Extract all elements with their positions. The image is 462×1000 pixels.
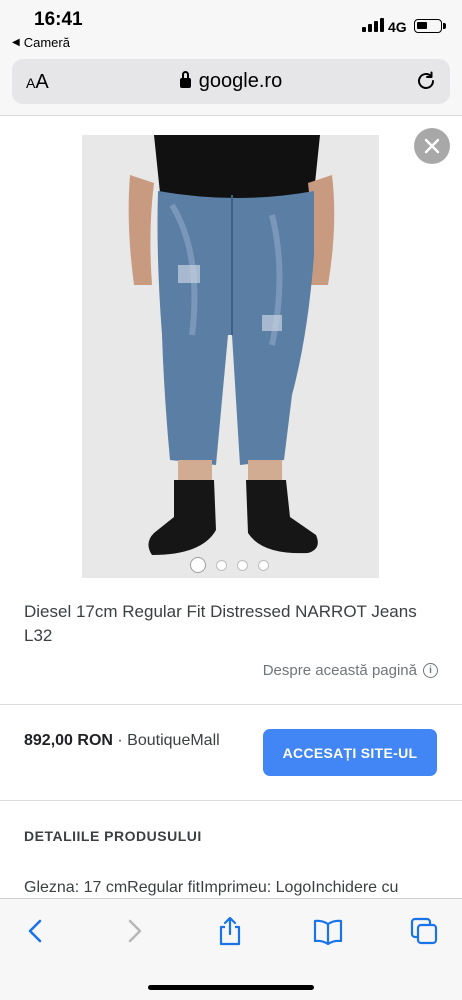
product-title: Diesel 17cm Regular Fit Distressed NARRO… — [24, 602, 417, 645]
bookmarks-icon[interactable] — [312, 915, 344, 947]
address-bar[interactable]: AA google.ro — [12, 59, 450, 104]
back-app-label: Cameră — [23, 35, 70, 50]
details-heading: DETALIILE PRODUSULUI — [24, 828, 202, 844]
back-triangle-icon: ◀ — [12, 37, 20, 48]
domain-text: google.ro — [198, 70, 283, 92]
reload-icon[interactable] — [414, 69, 438, 93]
about-this-page-link[interactable]: Despre această pagină i — [263, 662, 438, 679]
carousel-dots — [190, 557, 269, 573]
share-icon[interactable] — [214, 915, 246, 947]
about-label: Despre această pagină — [262, 662, 417, 679]
seller-name: BoutiqueMall — [127, 732, 220, 749]
product-image[interactable] — [82, 135, 379, 578]
carousel-dot[interactable] — [258, 559, 269, 571]
status-bar: 16:41 ◀ Cameră 4G — [0, 0, 462, 56]
close-button[interactable] — [414, 128, 450, 164]
close-icon — [424, 138, 440, 154]
separator: · — [117, 732, 123, 749]
divider — [0, 800, 462, 801]
price: 892,00 RON — [24, 732, 113, 749]
back-to-app-link[interactable]: ◀ Cameră — [12, 35, 70, 50]
clock: 16:41 — [34, 9, 83, 30]
carousel-dot[interactable] — [216, 559, 227, 571]
carousel-dot[interactable] — [190, 557, 206, 573]
back-icon[interactable] — [20, 915, 52, 947]
tabs-icon[interactable] — [408, 915, 440, 947]
home-indicator[interactable] — [148, 985, 314, 990]
network-type: 4G — [388, 19, 407, 35]
url-display[interactable]: google.ro — [12, 70, 450, 93]
signal-icon — [362, 18, 384, 32]
browser-toolbar: AA google.ro — [0, 56, 462, 116]
jeans-photo — [82, 135, 379, 578]
visit-site-button[interactable]: ACCESAȚI SITE-UL — [263, 729, 437, 776]
info-icon: i — [423, 663, 438, 678]
battery-icon — [414, 19, 446, 33]
offer-row: 892,00 RON · BoutiqueMall — [24, 732, 220, 750]
forward-icon[interactable] — [118, 915, 150, 947]
carousel-dot[interactable] — [237, 559, 248, 571]
divider — [0, 704, 462, 705]
lock-icon — [179, 71, 191, 88]
details-text: Glezna: 17 cmRegular fitImprimeu: LogoIn… — [24, 879, 399, 896]
